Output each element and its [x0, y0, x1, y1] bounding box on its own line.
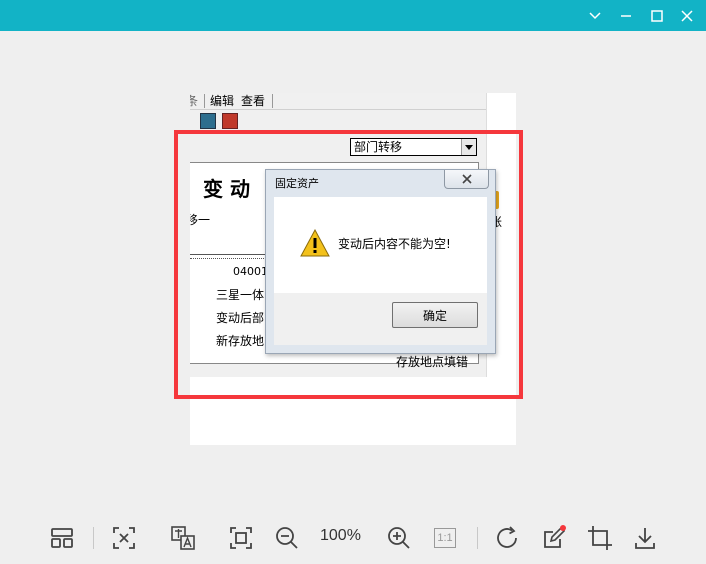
menu-cut-fragment: 条	[190, 94, 199, 108]
asset-name: 三星一体	[216, 288, 265, 302]
zoom-out-icon[interactable]	[272, 523, 302, 553]
app-toolbar	[190, 110, 486, 132]
new-location-label: 新存放地	[216, 334, 265, 348]
download-icon[interactable]	[630, 523, 660, 553]
report-icon[interactable]	[222, 113, 238, 129]
dialog-close-button[interactable]	[444, 170, 489, 189]
actual-size-button[interactable]: 1:1	[430, 523, 460, 553]
zoom-level: 100%	[320, 527, 361, 544]
rotate-icon[interactable]	[493, 523, 523, 553]
fit-screen-icon[interactable]	[109, 523, 139, 553]
dialog-footer: 确定	[274, 293, 487, 345]
crop-icon[interactable]	[585, 523, 615, 553]
ocr-translate-icon[interactable]	[168, 523, 198, 553]
warning-icon	[300, 229, 330, 257]
menu-view[interactable]: 查看	[241, 93, 265, 109]
location-error-text: 存放地点填错	[396, 355, 469, 369]
chevron-down-icon[interactable]	[585, 6, 605, 26]
viewer-toolbar: 100% 1:1	[0, 515, 706, 564]
change-type-select[interactable]: 部门转移	[350, 138, 477, 156]
window-titlebar	[0, 0, 706, 31]
close-button[interactable]	[677, 6, 697, 26]
dialog-body: 变动后内容不能为空!	[274, 197, 487, 293]
minimize-button[interactable]	[616, 6, 636, 26]
menu-edit[interactable]: 编辑	[210, 93, 234, 109]
edit-icon[interactable]	[539, 523, 569, 553]
close-icon	[461, 174, 472, 184]
app-menubar: 条 编辑 查看	[190, 93, 486, 110]
actual-size-icon: 1:1	[434, 528, 456, 548]
message-dialog: 固定资产 变动后内容不能为空! 确定	[265, 169, 496, 354]
zoom-in-icon[interactable]	[384, 523, 414, 553]
transfer-label: 移一	[190, 213, 211, 227]
dialog-message: 变动后内容不能为空!	[338, 237, 451, 251]
ok-button[interactable]: 确定	[392, 302, 478, 328]
layout-icon[interactable]	[47, 523, 77, 553]
after-dept-label: 变动后部	[216, 311, 265, 325]
dialog-title: 固定资产	[275, 177, 319, 190]
fullscreen-icon[interactable]	[226, 523, 256, 553]
chevron-down-icon[interactable]	[461, 139, 476, 155]
maximize-button[interactable]	[647, 6, 667, 26]
doc-title: 变 动	[203, 177, 250, 201]
calculator-icon[interactable]	[200, 113, 216, 129]
